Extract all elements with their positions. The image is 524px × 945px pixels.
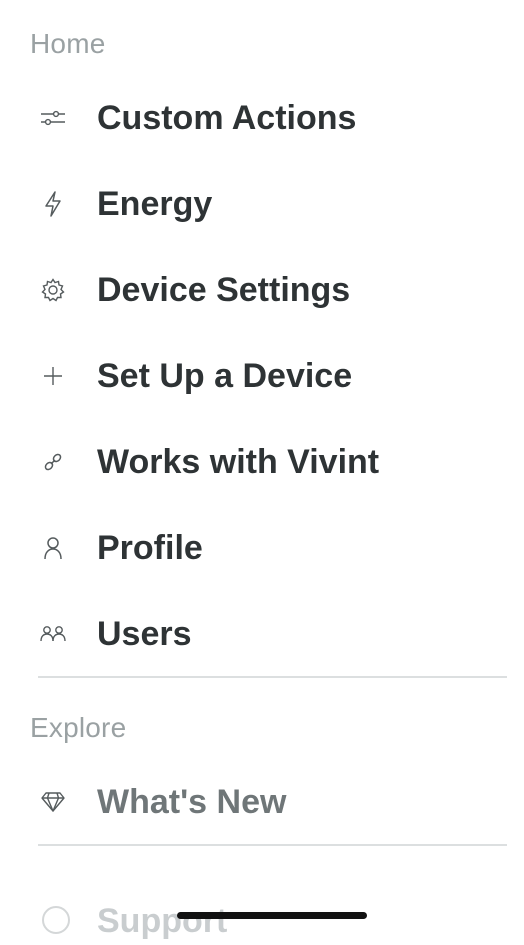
menu-item-works-with-vivint[interactable]: Works with Vivint — [0, 427, 524, 497]
menu-item-label: Device Settings — [97, 270, 351, 309]
menu-item-label: Set Up a Device — [97, 356, 353, 395]
plus-icon — [38, 361, 68, 391]
menu-item-support[interactable]: Support — [0, 898, 524, 945]
person-icon — [38, 533, 68, 563]
section-header-home: Home — [30, 28, 106, 59]
menu-item-label: Users — [97, 614, 192, 653]
menu-item-set-up-device[interactable]: Set Up a Device — [0, 341, 524, 411]
menu-item-label: Support — [97, 902, 228, 940]
section-divider — [38, 676, 507, 678]
section-header-explore: Explore — [30, 712, 127, 743]
menu-item-label: Custom Actions — [97, 98, 357, 137]
people-icon — [38, 619, 68, 649]
menu-item-whats-new[interactable]: What's New — [0, 767, 524, 837]
menu-item-users[interactable]: Users — [0, 599, 524, 669]
lightning-icon — [38, 189, 68, 219]
section-divider — [38, 844, 507, 846]
menu-item-label: What's New — [97, 782, 287, 821]
diamond-icon — [38, 787, 68, 817]
link-icon — [38, 447, 68, 477]
help-circle-icon — [42, 906, 70, 934]
menu-item-label: Energy — [97, 184, 213, 223]
menu-item-label: Works with Vivint — [97, 442, 380, 481]
gear-icon — [38, 275, 68, 305]
menu-item-profile[interactable]: Profile — [0, 513, 524, 583]
sliders-icon — [38, 103, 68, 133]
menu-item-custom-actions[interactable]: Custom Actions — [0, 83, 524, 153]
home-indicator[interactable] — [177, 912, 367, 919]
menu-item-energy[interactable]: Energy — [0, 169, 524, 239]
menu-item-label: Profile — [97, 528, 203, 567]
menu-item-device-settings[interactable]: Device Settings — [0, 255, 524, 325]
